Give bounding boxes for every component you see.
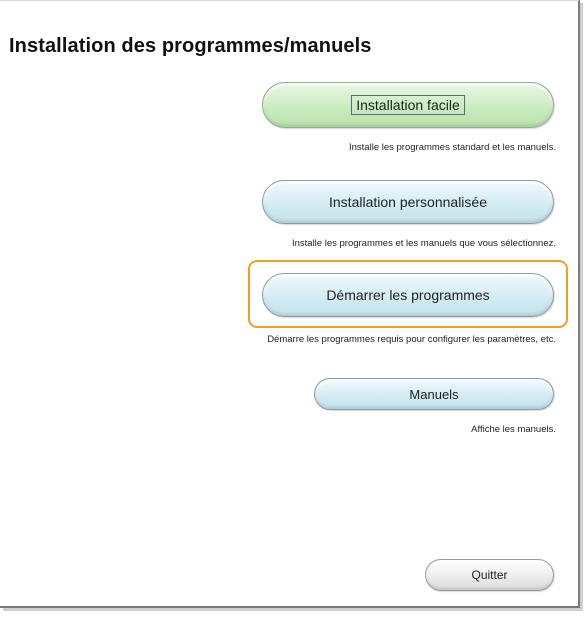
easy-install-button[interactable]: Installation facile (262, 82, 554, 128)
custom-install-description: Installe les programmes et les manuels q… (291, 238, 556, 249)
start-programs-label: Démarrer les programmes (326, 287, 490, 303)
manuals-label: Manuels (409, 386, 459, 402)
manuals-button[interactable]: Manuels (314, 378, 554, 410)
installer-window: Installation des programmes/manuels Inst… (0, 0, 580, 608)
custom-install-button[interactable]: Installation personnalisée (262, 180, 554, 224)
custom-install-label: Installation personnalisée (329, 194, 487, 210)
easy-install-description: Installe les programmes standard et les … (349, 142, 556, 153)
quit-button[interactable]: Quitter (425, 559, 554, 591)
quit-label: Quitter (471, 568, 508, 582)
easy-install-label: Installation facile (351, 95, 465, 115)
start-programs-button[interactable]: Démarrer les programmes (262, 273, 554, 317)
manuals-description: Affiche les manuels. (471, 424, 556, 435)
start-programs-description: Démarre les programmes requis pour confi… (267, 334, 556, 345)
page-title: Installation des programmes/manuels (9, 35, 372, 57)
